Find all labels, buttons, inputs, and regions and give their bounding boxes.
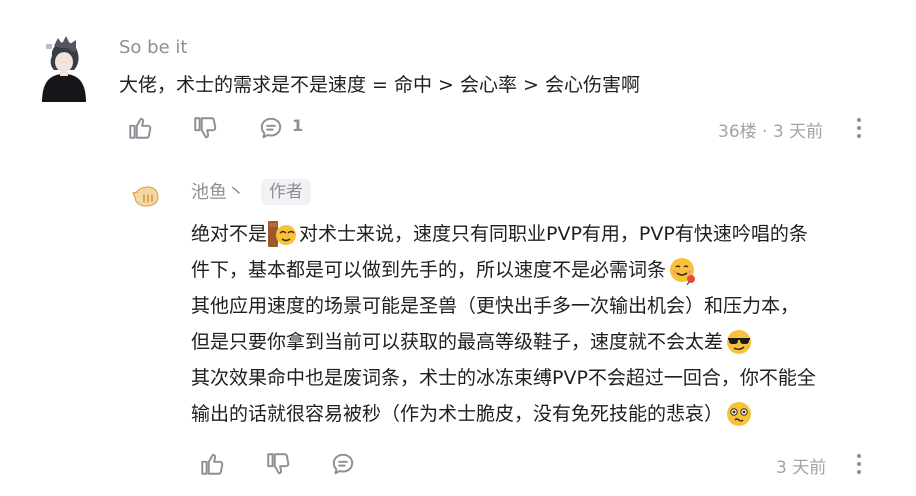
woozy-face-emoji bbox=[727, 402, 752, 426]
thumbs-down-icon bbox=[267, 453, 290, 475]
reply-line-text: 但是只要你拿到当前可以获取的最高等级鞋子，速度就不会太差 bbox=[191, 331, 724, 353]
dislike-button[interactable] bbox=[190, 113, 220, 143]
reply-button[interactable] bbox=[256, 113, 286, 143]
chat-bubble-icon bbox=[332, 453, 354, 475]
avatar-image bbox=[42, 36, 86, 102]
thumbs-up-icon bbox=[129, 117, 152, 139]
more-dot bbox=[857, 134, 861, 138]
flower-smile-emoji bbox=[670, 258, 696, 285]
reply-line-text: 绝对不是 bbox=[191, 223, 268, 245]
reply-line: 件下，基本都是可以做到先手的，所以速度不是必需词条 bbox=[191, 252, 891, 288]
reply-line: 其次效果命中也是废词条，术士的冰冻束缚PVP不会超过一回合，你不能全 bbox=[191, 360, 891, 396]
reply-line: 但是只要你拿到当前可以获取的最高等级鞋子，速度就不会太差 bbox=[191, 324, 891, 360]
reply-line: 输出的话就很容易被秒（作为术士脆皮，没有免死技能的悲哀） bbox=[191, 396, 891, 432]
more-dot bbox=[857, 126, 861, 130]
more-dot bbox=[857, 454, 861, 458]
reply-line-text: 其次效果命中也是废词条，术士的冰冻束缚PVP不会超过一回合，你不能全 bbox=[191, 367, 816, 389]
reply-count[interactable]: 1 bbox=[292, 116, 303, 135]
thumbs-up-icon bbox=[201, 453, 224, 475]
comment-meta: 36楼 · 3 天前 bbox=[718, 122, 824, 142]
more-options-button[interactable] bbox=[852, 449, 866, 479]
reply-meta: 3 天前 bbox=[776, 458, 827, 478]
reply-avatar[interactable] bbox=[132, 183, 160, 209]
reply-line-text: 其他应用速度的场景可能是圣兽（更快出手多一次输出机会）和压力本， bbox=[191, 295, 800, 317]
more-dot bbox=[857, 118, 861, 122]
chat-bubble-icon bbox=[260, 117, 282, 139]
more-dot bbox=[857, 462, 861, 466]
dislike-button[interactable] bbox=[263, 449, 293, 479]
sunglasses-emoji bbox=[727, 330, 752, 354]
comment-username[interactable]: So be it bbox=[119, 36, 187, 60]
more-dot bbox=[857, 470, 861, 474]
hiding-face-emoji bbox=[268, 221, 297, 247]
like-button[interactable] bbox=[125, 113, 155, 143]
comment-actions: 1 36楼 · 3 天前 bbox=[0, 113, 916, 145]
thumbs-down-icon bbox=[194, 117, 217, 139]
author-badge: 作者 bbox=[261, 179, 311, 205]
reply-text: 绝对不是 对术士来说，速度只有同职业PVP有用，PVP有快速吟唱的条 件下，基本… bbox=[191, 216, 891, 432]
avatar-image bbox=[132, 186, 159, 207]
reply-line-text: 件下，基本都是可以做到先手的，所以速度不是必需词条 bbox=[191, 259, 667, 281]
comment-text: 大佬，术士的需求是不是速度 = 命中 > 会心率 > 会心伤害啊 bbox=[119, 74, 640, 96]
reply-line: 其他应用速度的场景可能是圣兽（更快出手多一次输出机会）和压力本， bbox=[191, 288, 891, 324]
reply-line-text: 输出的话就很容易被秒（作为术士脆皮，没有免死技能的悲哀） bbox=[191, 403, 724, 425]
reply-button[interactable] bbox=[328, 449, 358, 479]
like-button[interactable] bbox=[197, 449, 227, 479]
reply-username[interactable]: 池鱼丶 bbox=[191, 180, 245, 206]
comment-avatar[interactable] bbox=[36, 32, 92, 102]
more-options-button[interactable] bbox=[852, 113, 866, 143]
reply-line: 绝对不是 对术士来说，速度只有同职业PVP有用，PVP有快速吟唱的条 bbox=[191, 216, 891, 252]
reply-line-text: 对术士来说，速度只有同职业PVP有用，PVP有快速吟唱的条 bbox=[299, 223, 808, 245]
reply-actions: 3 天前 bbox=[0, 449, 916, 481]
